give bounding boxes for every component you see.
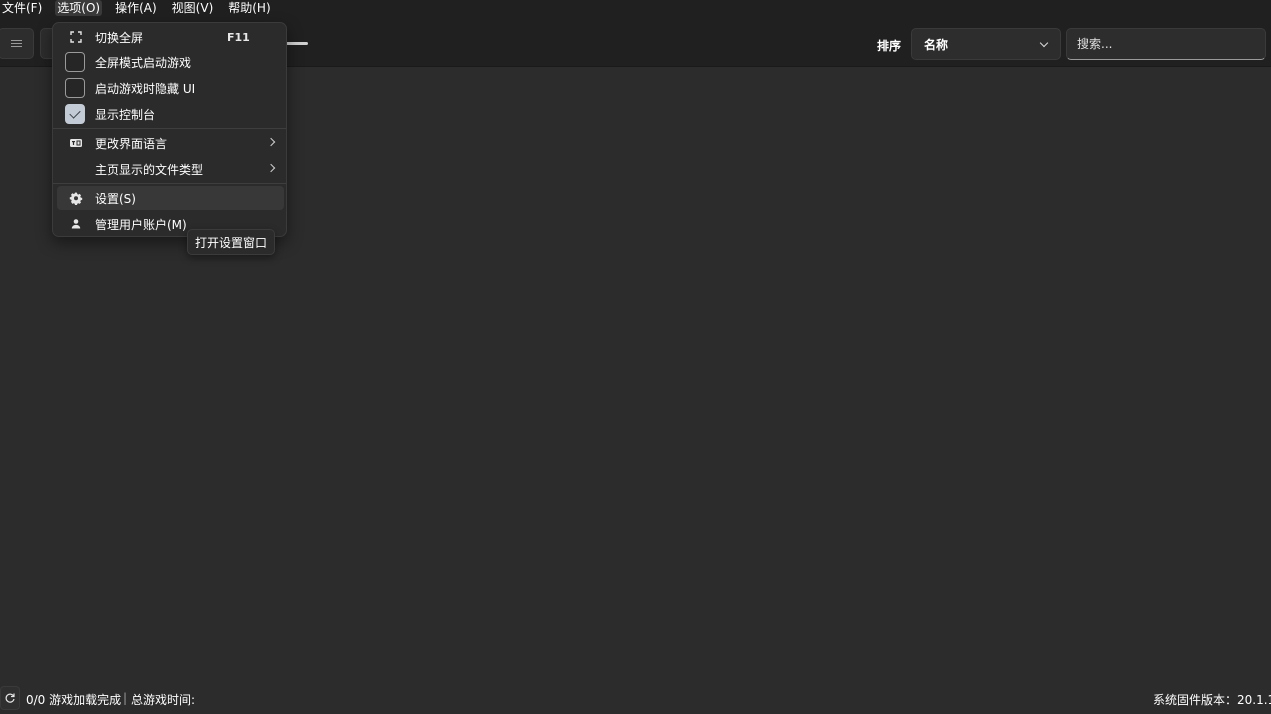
load-status: 0/0 游戏加载完成 [26,693,122,707]
menu-item-shortcut: F11 [227,30,250,44]
show-console-checkbox[interactable] [65,104,85,124]
menu-divider [53,128,286,129]
firmware-version: 系统固件版本：20.1.1 [1153,693,1271,707]
options-menu: 切换全屏 F11 全屏模式启动游戏 启动游戏时隐藏 UI 显示控制台 更改界面语… [52,22,287,237]
icon-size-slider[interactable] [286,42,308,45]
sort-label: 排序 [877,39,902,53]
refresh-icon [5,693,15,703]
list-icon [10,39,22,48]
menu-item-toggle-fullscreen[interactable]: 切换全屏 F11 [57,25,284,49]
play-time: 总游戏时间: [131,693,196,707]
chevron-down-icon [1039,38,1049,48]
status-separator: | [123,691,128,705]
language-icon [70,139,82,147]
status-bar: 0/0 游戏加载完成 | 总游戏时间: 系统固件版本：20.1.1 [0,686,1271,714]
menu-item-label: 更改界面语言 [95,136,168,151]
menu-divider [53,183,286,184]
sort-select-value: 名称 [924,37,949,52]
menu-item-fullscreen-launch[interactable]: 全屏模式启动游戏 [57,50,284,74]
fullscreen-launch-checkbox[interactable] [65,52,85,72]
menu-item-show-console[interactable]: 显示控制台 [57,102,284,126]
menu-item-change-language[interactable]: 更改界面语言 [57,131,284,155]
menu-actions[interactable]: 操作(A) [113,0,159,16]
menu-item-label: 切换全屏 [95,30,144,45]
menu-item-label: 全屏模式启动游戏 [95,55,192,70]
menu-item-label: 设置(S) [95,191,136,206]
menu-file[interactable]: 文件(F) [0,0,44,16]
search-input[interactable] [1066,28,1266,60]
menu-item-hide-ui[interactable]: 启动游戏时隐藏 UI [57,76,284,100]
fullscreen-icon [70,31,82,43]
menu-item-label: 显示控制台 [95,107,156,122]
menu-view[interactable]: 视图(V) [170,0,216,16]
settings-tooltip: 打开设置窗口 [187,229,275,255]
chevron-right-icon [266,163,276,173]
menu-item-label: 启动游戏时隐藏 UI [95,81,196,96]
sort-select[interactable]: 名称 [911,28,1061,60]
menu-item-label: 管理用户账户(M) [95,217,187,232]
user-icon [71,219,81,229]
menu-help[interactable]: 帮助(H) [226,0,272,16]
gear-icon [69,192,83,205]
menu-options[interactable]: 选项(O) [55,0,103,16]
menu-bar: 文件(F) 选项(O) 操作(A) 视图(V) 帮助(H) [0,0,1271,16]
menu-item-file-types[interactable]: 主页显示的文件类型 [57,157,284,181]
list-view-button[interactable] [0,28,34,59]
chevron-right-icon [266,137,276,147]
hide-ui-checkbox[interactable] [65,78,85,98]
refresh-button[interactable] [0,686,20,710]
menu-item-settings[interactable]: 设置(S) [57,186,284,210]
menu-item-label: 主页显示的文件类型 [95,162,204,177]
